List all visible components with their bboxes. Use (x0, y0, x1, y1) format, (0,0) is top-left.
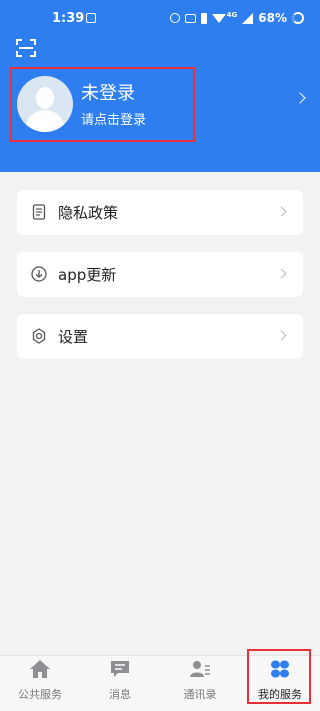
battery-percent: 68% (258, 11, 287, 25)
tab-contacts[interactable]: 通讯录 (160, 656, 240, 711)
status-bar: 1:39 4G 68% (0, 0, 320, 38)
tab-label: 公共服务 (18, 688, 62, 701)
alarm-icon (169, 13, 180, 23)
vibrate-icon (200, 12, 207, 24)
profile-name: 未登录 (81, 83, 135, 104)
menu-item-app-update[interactable]: app更新 (17, 252, 303, 297)
menu-item-settings[interactable]: 设置 (17, 314, 303, 359)
chevron-right-icon (276, 268, 287, 279)
profile-login-hint: 请点击登录 (81, 113, 147, 128)
tab-label: 通讯录 (183, 688, 217, 701)
wifi-icon (211, 13, 226, 23)
login-profile-card[interactable]: 未登录 请点击登录 (10, 67, 195, 142)
avatar-body (25, 110, 65, 132)
message-icon (111, 661, 129, 677)
home-icon (30, 660, 50, 678)
chevron-right-icon (276, 330, 287, 341)
battery-icon (292, 12, 304, 24)
chevron-right-icon (276, 206, 287, 217)
signal-icon (242, 12, 254, 24)
tab-label: 消息 (109, 688, 131, 701)
tab-messages[interactable]: 消息 (80, 656, 160, 711)
chevron-right-icon[interactable] (294, 92, 306, 104)
image-notification-icon (86, 13, 96, 23)
menu-item-label: 隐私政策 (58, 204, 119, 222)
tab-public-services[interactable]: 公共服务 (0, 656, 80, 711)
contacts-icon (190, 661, 210, 677)
status-icons: 4G 68% (169, 11, 304, 25)
network-type: 4G (226, 11, 238, 19)
menu-item-label: app更新 (58, 266, 117, 284)
gear-icon (32, 328, 46, 344)
scan-icon[interactable] (16, 39, 36, 57)
tab-highlight-box (247, 649, 311, 704)
profile-header: 1:39 4G 68% 未登录 请点击登录 (0, 0, 320, 172)
avatar-head (36, 87, 54, 109)
download-icon (31, 266, 47, 282)
avatar (17, 76, 73, 132)
status-time: 1:39 (52, 11, 85, 26)
menu-item-label: 设置 (58, 328, 89, 346)
nfc-icon (184, 13, 196, 23)
document-icon (32, 204, 46, 220)
menu-item-privacy-policy[interactable]: 隐私政策 (17, 190, 303, 235)
